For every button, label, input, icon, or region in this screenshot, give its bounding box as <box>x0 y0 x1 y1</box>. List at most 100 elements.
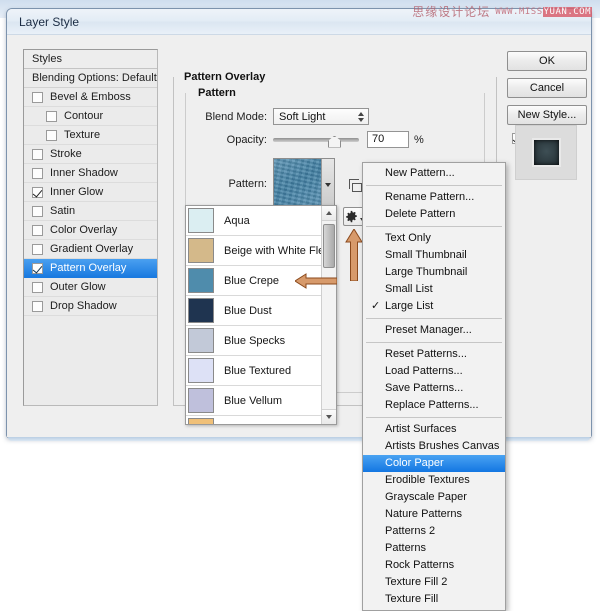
menu-item[interactable]: Color Paper <box>363 455 505 472</box>
scroll-down-arrow-icon[interactable] <box>322 409 336 424</box>
style-checkbox[interactable] <box>32 282 43 293</box>
menu-item[interactable]: ✓ Large List <box>363 298 505 315</box>
menu-item[interactable]: Preset Manager... <box>363 322 505 339</box>
menu-item[interactable]: Large Thumbnail <box>363 264 505 281</box>
pattern-swatch <box>188 298 214 323</box>
scroll-up-arrow-icon[interactable] <box>322 206 336 221</box>
link-to-layer-icon[interactable] <box>349 179 362 192</box>
opacity-label: Opacity: <box>197 134 267 146</box>
style-checkbox[interactable] <box>32 263 43 274</box>
style-label: Drop Shadow <box>50 300 117 312</box>
menu-item[interactable]: Rename Pattern... <box>363 189 505 206</box>
pattern-swatch <box>188 328 214 353</box>
menu-item-label: Delete Pattern <box>385 208 455 220</box>
menu-item[interactable]: Texture Fill 2 <box>363 574 505 591</box>
blend-mode-label: Blend Mode: <box>197 111 267 123</box>
menu-item[interactable]: Patterns <box>363 540 505 557</box>
menu-item[interactable]: Erodible Textures <box>363 472 505 489</box>
style-label: Bevel & Emboss <box>50 91 131 103</box>
menu-item[interactable]: Artist Surfaces <box>363 421 505 438</box>
pattern-list-item[interactable]: Blue Textured <box>186 356 321 386</box>
style-row[interactable]: Stroke <box>24 145 157 164</box>
style-row[interactable]: Pattern Overlay <box>24 259 157 278</box>
pattern-list-item[interactable]: Blue Vellum <box>186 386 321 416</box>
style-checkbox[interactable] <box>32 92 43 103</box>
menu-item-label: Text Only <box>385 232 431 244</box>
scrollbar-thumb[interactable] <box>323 224 335 268</box>
style-checkbox[interactable] <box>32 149 43 160</box>
blend-mode-select[interactable]: Soft Light <box>273 108 369 125</box>
menu-item-label: Reset Patterns... <box>385 348 467 360</box>
style-row[interactable]: Color Overlay <box>24 221 157 240</box>
new-style-button[interactable]: New Style... <box>507 105 587 125</box>
menu-separator <box>366 226 502 227</box>
style-label: Inner Glow <box>50 186 103 198</box>
cancel-button[interactable]: Cancel <box>507 78 587 98</box>
menu-item-label: Preset Manager... <box>385 324 472 336</box>
style-row[interactable]: Gradient Overlay <box>24 240 157 259</box>
style-row[interactable]: Inner Shadow <box>24 164 157 183</box>
pattern-swatch <box>188 418 214 425</box>
style-checkbox[interactable] <box>32 168 43 179</box>
opacity-slider[interactable] <box>273 133 359 147</box>
menu-item[interactable]: Artists Brushes Canvas <box>363 438 505 455</box>
style-row[interactable]: Texture <box>24 126 157 145</box>
style-checkbox[interactable] <box>32 206 43 217</box>
menu-item[interactable]: Nature Patterns <box>363 506 505 523</box>
menu-item-label: Save Patterns... <box>385 382 463 394</box>
menu-item[interactable]: Patterns 2 <box>363 523 505 540</box>
style-checkbox[interactable] <box>32 225 43 236</box>
style-checkbox[interactable] <box>46 130 57 141</box>
ok-button[interactable]: OK <box>507 51 587 71</box>
style-checkbox[interactable] <box>32 187 43 198</box>
style-label: Satin <box>50 205 75 217</box>
menu-item[interactable]: Reset Patterns... <box>363 346 505 363</box>
blend-mode-row: Blend Mode: Soft Light <box>197 108 369 125</box>
menu-item-label: Artist Surfaces <box>385 423 457 435</box>
menu-item[interactable]: Text Only <box>363 230 505 247</box>
style-checkbox[interactable] <box>32 301 43 312</box>
menu-item-label: Rename Pattern... <box>385 191 474 203</box>
pattern-list-item[interactable]: Blue Specks <box>186 326 321 356</box>
style-preview-panel <box>515 125 577 180</box>
style-row[interactable]: Contour <box>24 107 157 126</box>
style-row[interactable]: Bevel & Emboss <box>24 88 157 107</box>
menu-item[interactable]: New Pattern... <box>363 165 505 182</box>
menu-item-label: Large List <box>385 300 433 312</box>
opacity-input[interactable]: 70 <box>367 131 409 148</box>
annotation-arrow-up <box>345 229 363 281</box>
style-label: Color Overlay <box>50 224 117 236</box>
menu-item-label: Replace Patterns... <box>385 399 479 411</box>
menu-item[interactable]: Save Patterns... <box>363 380 505 397</box>
pattern-picker-context-menu: New Pattern... Rename Pattern... Delete Pa… <box>362 162 506 611</box>
menu-item[interactable]: Small Thumbnail <box>363 247 505 264</box>
style-row[interactable]: Drop Shadow <box>24 297 157 316</box>
pattern-list-item[interactable]: Aqua <box>186 206 321 236</box>
pattern-swatch-combo[interactable] <box>273 158 335 212</box>
pattern-list-item[interactable]: Blue Dust <box>186 296 321 326</box>
pattern-list-item[interactable]: Beige with White Fleck <box>186 236 321 266</box>
blend-mode-value: Soft Light <box>279 111 325 123</box>
menu-item[interactable]: Small List <box>363 281 505 298</box>
pattern-name: Blue Vellum <box>224 395 282 407</box>
pattern-picker-scrollbar[interactable] <box>321 206 336 424</box>
checkmark-icon: ✓ <box>371 298 380 315</box>
menu-item[interactable]: Delete Pattern <box>363 206 505 223</box>
menu-item[interactable]: Grayscale Paper <box>363 489 505 506</box>
menu-item-label: Small Thumbnail <box>385 249 467 261</box>
style-checkbox[interactable] <box>32 244 43 255</box>
menu-item[interactable]: Rock Patterns <box>363 557 505 574</box>
style-label: Inner Shadow <box>50 167 118 179</box>
style-row[interactable]: Inner Glow <box>24 183 157 202</box>
chevron-down-icon[interactable] <box>321 159 334 211</box>
menu-item[interactable]: Load Patterns... <box>363 363 505 380</box>
menu-item-label: New Pattern... <box>385 167 455 179</box>
style-label: Pattern Overlay <box>50 262 126 274</box>
style-checkbox[interactable] <box>46 111 57 122</box>
blending-options-row[interactable]: Blending Options: Default <box>24 69 157 88</box>
style-row[interactable]: Satin <box>24 202 157 221</box>
style-row[interactable]: Outer Glow <box>24 278 157 297</box>
menu-item-label: Patterns <box>385 542 426 554</box>
pattern-list-item[interactable]: Buff Textured <box>186 416 321 425</box>
menu-item[interactable]: Replace Patterns... <box>363 397 505 414</box>
